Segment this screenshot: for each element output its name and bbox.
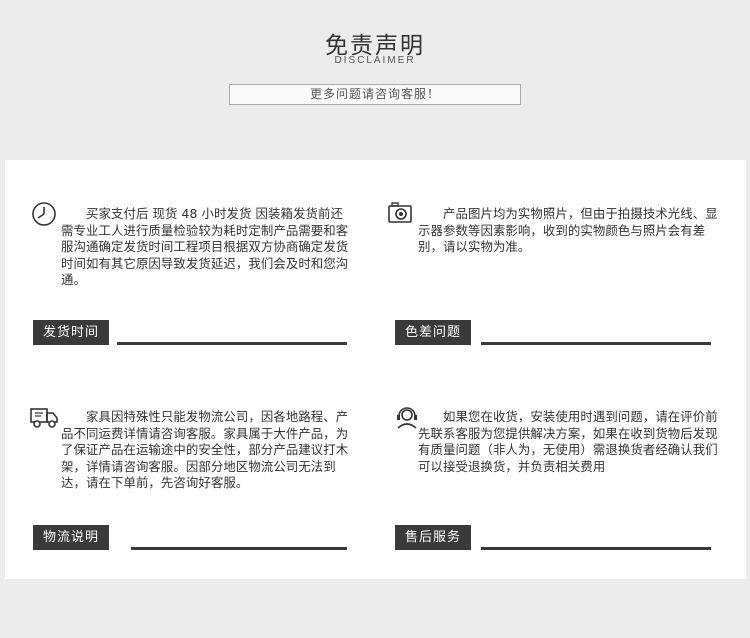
after-sales-text: 如果您在收货，安装使用时遇到问题，请在评价前先联系客服为您提供解决方案，如果在收…	[418, 409, 718, 474]
shipping-time-bar: 发货时间	[33, 320, 347, 345]
shipping-time-label: 发货时间	[33, 320, 110, 345]
divider	[117, 342, 347, 345]
clock-icon	[32, 202, 56, 226]
headset-icon	[397, 407, 417, 429]
header: 免责声明 DISCLAIMER 更多问题请咨询客服！	[0, 0, 750, 121]
divider	[481, 547, 711, 550]
color-difference-bar: 色差问题	[395, 320, 711, 345]
logistics-text: 家具因特殊性只能发物流公司，因各地路程、产品不同运费详情请咨询客服。家具属于大件…	[61, 409, 349, 490]
divider	[481, 342, 711, 345]
contact-service-notice: 更多问题请咨询客服！	[229, 84, 521, 105]
divider	[131, 547, 347, 550]
disclaimer-panel: 买家支付后 现货 48 小时发货 因装箱发货前还需专业工人进行质量检验较为耗时定…	[5, 160, 746, 579]
color-difference-text: 产品图片均为实物照片，但由于拍摄技术光线、显示器参数等因素影响，收到的实物颜色与…	[418, 206, 718, 254]
truck-icon	[30, 408, 58, 428]
logistics-bar: 物流说明	[33, 525, 347, 550]
footer-band	[0, 579, 750, 638]
after-sales-label: 售后服务	[395, 525, 472, 550]
page-subtitle: DISCLAIMER	[334, 55, 416, 66]
after-sales-bar: 售后服务	[395, 525, 711, 550]
logistics-label: 物流说明	[33, 525, 110, 550]
color-difference-label: 色差问题	[395, 320, 472, 345]
camera-icon	[388, 202, 412, 223]
shipping-time-text: 买家支付后 现货 48 小时发货 因装箱发货前还需专业工人进行质量检验较为耗时定…	[61, 206, 349, 287]
